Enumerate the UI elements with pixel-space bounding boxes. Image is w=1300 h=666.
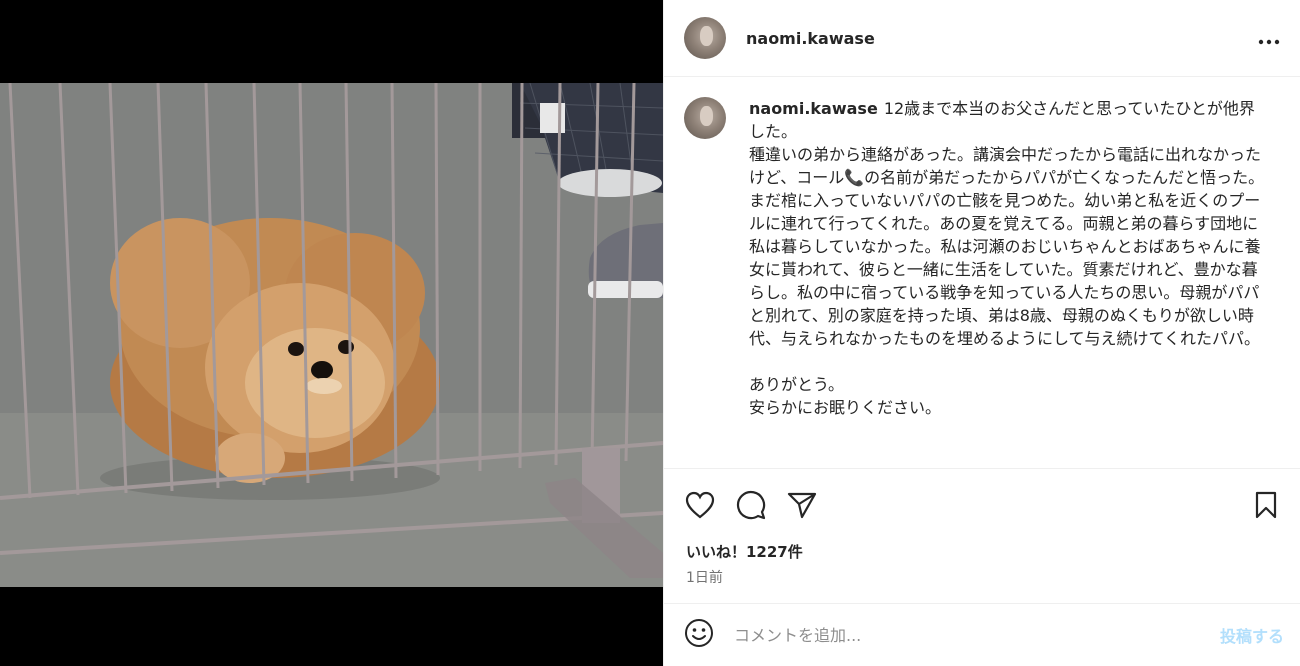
caption-username-link[interactable]: naomi.kawase (749, 99, 878, 118)
bookmark-icon-glyph (1255, 491, 1277, 519)
heart-icon-glyph (685, 491, 715, 519)
instagram-post-view: naomi.kawase naomi.kawase 12歳まで本当のお父さんだと思… (0, 0, 1300, 666)
emoji-icon-glyph (685, 619, 713, 647)
heart-icon[interactable] (684, 489, 716, 521)
comment-icon-glyph (737, 491, 766, 520)
post-comment-button[interactable]: 投稿する (1220, 623, 1284, 647)
caption-row: naomi.kawase 12歳まで本当のお父さんだと思っていたひとが他界した。 … (684, 97, 1280, 419)
pomeranian-behind-fence-image (0, 83, 663, 587)
caption-body: 12歳まで本当のお父さんだと思っていたひとが他界した。 種違いの弟から連絡があっ… (749, 99, 1265, 417)
caption-text: naomi.kawase 12歳まで本当のお父さんだと思っていたひとが他界した。 … (749, 97, 1269, 419)
share-icon-glyph (787, 492, 817, 519)
media-area (0, 0, 663, 666)
caption-avatar[interactable] (684, 97, 726, 139)
emoji-icon[interactable] (684, 618, 714, 652)
bookmark-icon[interactable] (1250, 489, 1282, 521)
comment-bar: 投稿する (664, 603, 1300, 666)
avatar[interactable] (684, 17, 726, 59)
caption-area: naomi.kawase 12歳まで本当のお父さんだと思っていたひとが他界した。 … (664, 77, 1300, 469)
post-header: naomi.kawase (664, 0, 1300, 77)
username-link[interactable]: naomi.kawase (746, 29, 875, 48)
post-timestamp[interactable]: 1日前 (686, 567, 723, 587)
post-side-panel: naomi.kawase naomi.kawase 12歳まで本当のお父さんだと思… (663, 0, 1300, 666)
likes-count[interactable]: いいね！1227件 (686, 541, 803, 562)
post-photo[interactable] (0, 83, 663, 587)
more-icon[interactable] (1258, 28, 1280, 48)
comment-input[interactable] (734, 625, 1220, 645)
comment-icon[interactable] (735, 489, 767, 521)
share-icon[interactable] (786, 489, 818, 521)
more-dots-icon (1258, 39, 1280, 45)
action-bar (684, 488, 1282, 522)
